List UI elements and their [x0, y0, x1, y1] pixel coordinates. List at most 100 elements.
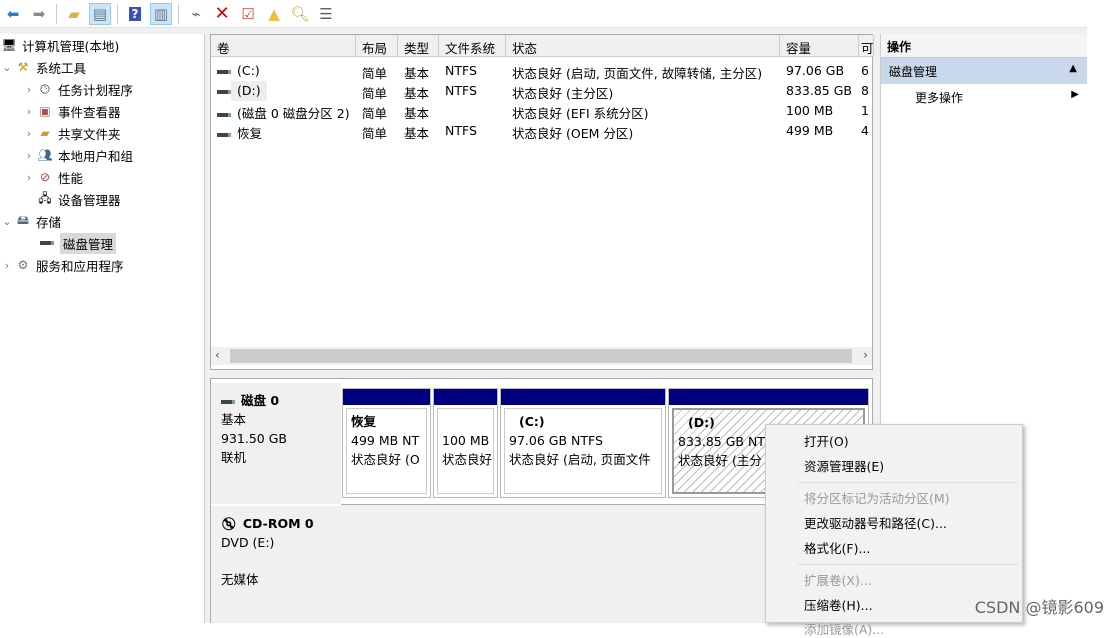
chevron-down-icon[interactable]: ⌄ — [0, 215, 14, 228]
partition-c[interactable]: (C:) 97.06 GB NTFS 状态良好 (启动, 页面文件 — [500, 388, 666, 498]
show-hide-tree-icon[interactable]: ▤ — [89, 2, 111, 25]
table-cell: 8 — [859, 81, 874, 101]
cell-text: NTFS — [445, 123, 477, 138]
clock-icon: 🕒︎ — [40, 81, 50, 96]
menu-item-shrink-volume[interactable]: 压缩卷(H)... — [804, 595, 873, 614]
chevron-right-icon[interactable]: › — [22, 149, 36, 162]
properties-icon[interactable]: ☑ — [237, 3, 259, 25]
help-icon[interactable]: ? — [124, 3, 146, 25]
table-cell: 状态良好 (启动, 页面文件, 故障转储, 主分区) — [506, 61, 780, 81]
menu-item-change-drive-letter[interactable]: 更改驱动器号和路径(C)... — [804, 513, 947, 532]
cell-text: 基本 — [404, 126, 430, 141]
cell-text: 100 MB — [786, 103, 834, 118]
menu-item-explorer[interactable]: 资源管理器(E) — [804, 456, 884, 475]
cell-text: 基本 — [404, 66, 430, 81]
scroll-right-icon[interactable]: › — [863, 348, 868, 362]
connect-icon[interactable]: ⌁ — [185, 3, 207, 25]
device-manager-icon: 🖧︎ — [38, 190, 52, 205]
chevron-right-icon[interactable]: › — [22, 105, 36, 118]
tree-item-performance[interactable]: › ⊘ 性能 — [22, 166, 83, 188]
collapse-arrow-icon[interactable]: ▲ — [1069, 63, 1077, 74]
cell-text: NTFS — [445, 83, 477, 98]
search-icon[interactable]: 🔍︎ — [289, 3, 311, 25]
export-icon[interactable]: ▲ — [263, 3, 285, 25]
performance-icon: ⊘ — [39, 170, 51, 184]
tree-item-system-tools[interactable]: ⌄ ⚒ 系统工具 — [0, 56, 86, 78]
tree-item-device-manager[interactable]: 🖧︎ 设备管理器 — [36, 188, 120, 210]
chevron-down-icon[interactable]: ⌄ — [0, 61, 14, 74]
menu-item-mark-active: 将分区标记为活动分区(M) — [804, 491, 950, 506]
list-icon[interactable]: ☰ — [315, 3, 337, 25]
table-cell: NTFS — [439, 121, 506, 141]
column-header-capacity[interactable]: 容量 — [780, 35, 859, 57]
partition-recovery[interactable]: 恢复 499 MB NT 状态良好 (O — [342, 388, 431, 498]
menu-item-format[interactable]: 格式化(F)... — [804, 538, 870, 557]
cell-text: (C:) — [237, 63, 260, 78]
actions-section-disk-management[interactable]: 磁盘管理 ▲ — [881, 58, 1087, 84]
tree-item-disk-management[interactable]: 磁盘管理 — [38, 232, 117, 254]
cell-text: 基本 — [404, 106, 430, 121]
table-cell: 6 — [859, 61, 874, 81]
forward-icon[interactable]: ➡ — [28, 3, 50, 25]
chevron-right-icon[interactable]: › — [22, 127, 36, 140]
tree-item-event-viewer[interactable]: › ▣ 事件查看器 — [22, 100, 121, 122]
table-cell: 状态良好 (OEM 分区) — [506, 121, 780, 141]
actions-more[interactable]: 更多操作 ▶ — [881, 84, 1087, 108]
table-cell: 基本 — [398, 81, 439, 101]
table-cell: (C:) — [211, 61, 356, 81]
shared-folder-icon: ▰ — [40, 126, 50, 140]
volume-icon — [217, 112, 231, 117]
column-header-type[interactable]: 类型 — [398, 35, 439, 57]
toolbar-separator — [178, 3, 179, 24]
menu-separator — [798, 564, 1018, 565]
cell-text: 状态良好 (EFI 系统分区) — [512, 106, 649, 121]
show-hide-action-icon[interactable]: ▥ — [150, 2, 172, 25]
column-header-filesystem[interactable]: 文件系统 — [439, 35, 506, 57]
table-cell: NTFS — [439, 61, 506, 81]
volume-icon — [217, 132, 231, 137]
column-header-volume[interactable]: 卷 — [211, 35, 356, 57]
chevron-right-icon[interactable]: › — [22, 171, 36, 184]
column-header-status[interactable]: 状态 — [506, 35, 780, 57]
cell-text: 简单 — [362, 66, 388, 81]
column-header-free-space[interactable]: 可 — [859, 35, 874, 57]
column-header-layout[interactable]: 布局 — [356, 35, 398, 57]
delete-icon[interactable]: ✕ — [211, 3, 233, 25]
table-cell: 简单 — [356, 121, 398, 141]
cdrom-0-label[interactable]: 💿︎ CD-ROM 0 DVD (E:) 无媒体 — [211, 506, 341, 623]
tree-item-services-apps[interactable]: › ⚙ 服务和应用程序 — [0, 254, 124, 276]
tree-item-local-users[interactable]: › 👥︎ 本地用户和组 — [22, 144, 133, 166]
table-cell: (D:) — [211, 81, 356, 101]
menu-item-extend-volume: 扩展卷(X)... — [804, 573, 872, 588]
partition-efi[interactable]: 100 MB 状态良好 — [433, 388, 498, 498]
tree-item-storage[interactable]: ⌄ 🖴︎ 存储 — [0, 210, 61, 232]
disk-0-label[interactable]: 磁盘 0 基本 931.50 GB 联机 — [211, 383, 341, 504]
tree-item-computer-management[interactable]: 🖥︎ 计算机管理(本地) — [0, 34, 119, 56]
up-folder-icon[interactable]: ▰ — [63, 3, 85, 25]
table-cell: 恢复 — [211, 121, 356, 141]
menu-item-open[interactable]: 打开(O) — [804, 431, 849, 450]
table-cell: 简单 — [356, 101, 398, 121]
disk-icon — [38, 235, 56, 251]
services-icon: ⚙ — [17, 258, 29, 272]
scrollbar-thumb[interactable] — [230, 349, 852, 363]
menu-separator — [798, 482, 1018, 483]
scroll-left-icon[interactable]: ‹ — [215, 348, 220, 362]
volume-list-table: 卷 布局 类型 文件系统 状态 容量 可 (C:) 简单 基本 NTFS 状态良好 (启… — [210, 34, 874, 370]
tree-item-shared-folders[interactable]: › ▰ 共享文件夹 — [22, 122, 121, 144]
cell-text: 基本 — [404, 86, 430, 101]
table-cell: 1 — [859, 101, 874, 121]
toolbar-separator — [117, 3, 118, 24]
cell-text: 状态良好 (启动, 页面文件, 故障转储, 主分区) — [512, 66, 763, 81]
chevron-right-icon[interactable]: › — [22, 83, 36, 96]
tree-item-task-scheduler[interactable]: › 🕒︎ 任务计划程序 — [22, 78, 133, 100]
cdrom-icon: 💿︎ — [221, 516, 237, 531]
back-icon[interactable]: ⬅ — [2, 3, 24, 25]
volume-icon — [217, 89, 231, 94]
table-cell: 97.06 GB — [780, 61, 859, 81]
table-cell: NTFS — [439, 81, 506, 101]
chevron-right-icon[interactable]: › — [0, 259, 14, 272]
cell-text: 状态良好 (OEM 分区) — [512, 126, 634, 141]
table-cell: 状态良好 (EFI 系统分区) — [506, 101, 780, 121]
table-cell: 基本 — [398, 61, 439, 81]
